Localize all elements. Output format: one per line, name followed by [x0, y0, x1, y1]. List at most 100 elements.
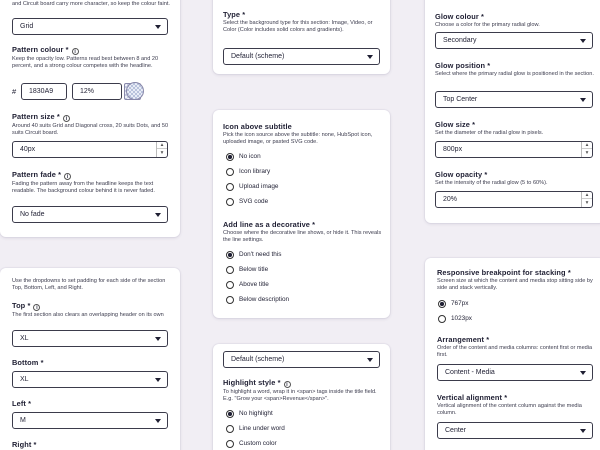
increment-icon[interactable]: ▴	[157, 142, 167, 149]
color-picker-button[interactable]	[126, 82, 144, 100]
radio-label: 767px	[451, 300, 469, 307]
decrement-icon[interactable]: ▾	[157, 150, 167, 157]
info-icon[interactable]: i	[71, 48, 79, 55]
arrangement-label: Arrangement *	[437, 335, 490, 344]
padding-bottom-label: Bottom *	[12, 358, 44, 367]
padding-settings-card: Use the dropdowns to set padding for eac…	[0, 268, 180, 450]
chevron-down-icon	[580, 98, 586, 102]
radio-custom-color[interactable]: Custom color	[226, 439, 277, 449]
icon-above-subtitle-label: Icon above subtitle	[223, 122, 292, 131]
radio-dot	[226, 425, 234, 433]
radio-1023px[interactable]: 1023px	[438, 314, 472, 324]
vertical-alignment-value: Center	[445, 427, 467, 434]
number-stepper[interactable]: ▴ ▾	[581, 142, 592, 157]
chevron-down-icon	[155, 378, 161, 382]
vertical-alignment-help: Vertical alignment of the content column…	[437, 403, 582, 417]
pattern-type-select[interactable]: Grid	[12, 18, 168, 35]
icon-line-card: Icon above subtitle Pick the icon source…	[213, 110, 390, 318]
highlight-style-card: Default (scheme) Highlight style * i To h…	[213, 344, 390, 450]
radio-label: No highlight	[239, 410, 273, 417]
radio-label: Upload image	[239, 183, 279, 190]
hex-color-input[interactable]: 1830A9	[21, 83, 67, 100]
pattern-fade-select[interactable]: No fade	[12, 206, 168, 223]
scheme-value: Default (scheme)	[231, 356, 285, 363]
hex-value: 1830A9	[29, 88, 54, 95]
decrement-icon[interactable]: ▾	[582, 150, 592, 157]
radio-dont-need-line[interactable]: Don't need this	[226, 250, 281, 260]
chevron-down-icon	[580, 371, 586, 375]
pattern-help-text: and Circuit board carry more character, …	[12, 1, 170, 7]
background-type-select[interactable]: Default (scheme)	[223, 48, 380, 65]
pattern-size-help: Around 40 suits Grid and Diagonal cross,…	[12, 123, 169, 137]
radio-dot	[226, 266, 234, 274]
radio-767px[interactable]: 767px	[438, 299, 468, 309]
padding-left-value: M	[20, 417, 26, 424]
glow-colour-value: Secondary	[443, 37, 477, 44]
layout-settings-card: Responsive breakpoint for stacking * Scr…	[425, 258, 600, 450]
radio-label: Below description	[239, 296, 290, 303]
padding-top-select[interactable]: XL	[12, 330, 168, 347]
glow-opacity-input[interactable]: 20% ▴ ▾	[435, 191, 593, 208]
radio-dot	[226, 183, 234, 191]
radio-label: Line under word	[239, 425, 285, 432]
radio-label: Above title	[239, 281, 269, 288]
decrement-icon[interactable]: ▾	[582, 200, 592, 207]
pattern-type-value: Grid	[20, 23, 34, 30]
opacity-input[interactable]: 12%	[72, 83, 122, 100]
glow-position-select[interactable]: Top Center	[435, 91, 593, 108]
radio-dot	[226, 410, 234, 418]
radio-label: Custom color	[239, 440, 277, 447]
glow-colour-label: Glow colour *	[435, 12, 484, 21]
decorative-line-help: Choose where the decorative line shows, …	[223, 230, 382, 244]
pattern-size-value: 40px	[20, 146, 36, 153]
glow-opacity-label: Glow opacity *	[435, 170, 488, 179]
decorative-line-label: Add line as a decorative *	[223, 220, 316, 229]
radio-label: Don't need this	[239, 251, 282, 258]
pattern-size-label: Pattern size * i	[12, 112, 172, 122]
pattern-fade-label: Pattern fade * i	[12, 170, 172, 180]
scheme-select[interactable]: Default (scheme)	[223, 351, 380, 368]
info-icon[interactable]: i	[33, 304, 41, 311]
radio-icon-library[interactable]: Icon library	[226, 167, 270, 177]
number-stepper[interactable]: ▴ ▾	[156, 142, 167, 157]
radio-svg-code[interactable]: SVG code	[226, 197, 268, 207]
info-icon[interactable]: i	[283, 381, 291, 388]
radio-above-title[interactable]: Above title	[226, 280, 269, 290]
radio-label: 1023px	[451, 315, 472, 322]
type-help: Select the background type for this sect…	[223, 20, 373, 34]
vertical-alignment-label: Vertical alignment *	[437, 393, 508, 402]
radio-below-title[interactable]: Below title	[226, 265, 268, 275]
chevron-down-icon	[155, 419, 161, 423]
number-stepper[interactable]: ▴ ▾	[581, 192, 592, 207]
chevron-down-icon	[155, 337, 161, 341]
padding-left-select[interactable]: M	[12, 412, 168, 429]
radio-dot	[226, 251, 234, 259]
radio-dot	[226, 168, 234, 176]
glow-opacity-value: 20%	[443, 196, 458, 203]
radio-below-description[interactable]: Below description	[226, 295, 289, 305]
chevron-down-icon	[367, 55, 373, 59]
info-icon[interactable]: i	[62, 115, 70, 122]
glow-colour-select[interactable]: Secondary	[435, 32, 593, 49]
radio-no-icon[interactable]: No icon	[226, 152, 261, 162]
pattern-fade-value: No fade	[20, 211, 45, 218]
arrangement-select[interactable]: Content - Media	[437, 364, 593, 381]
pattern-size-input[interactable]: 40px ▴ ▾	[12, 141, 168, 158]
vertical-alignment-select[interactable]: Center	[437, 422, 593, 439]
padding-bottom-select[interactable]: XL	[12, 371, 168, 388]
arrangement-value: Content - Media	[445, 369, 495, 376]
radio-label: SVG code	[239, 198, 269, 205]
radio-no-highlight[interactable]: No highlight	[226, 409, 273, 419]
increment-icon[interactable]: ▴	[582, 142, 592, 149]
info-icon[interactable]: i	[64, 173, 72, 180]
glow-size-input[interactable]: 800px ▴ ▾	[435, 141, 593, 158]
glow-position-value: Top Center	[443, 96, 478, 103]
padding-top-label: Top * i	[12, 301, 172, 311]
radio-line-under-word[interactable]: Line under word	[226, 424, 285, 434]
type-label: Type *	[223, 10, 246, 19]
increment-icon[interactable]: ▴	[582, 192, 592, 199]
radio-dot	[226, 440, 234, 448]
padding-left-label: Left *	[12, 399, 32, 408]
pattern-fade-help: Fading the pattern away from the headlin…	[12, 181, 155, 195]
radio-upload-image[interactable]: Upload image	[226, 182, 278, 192]
